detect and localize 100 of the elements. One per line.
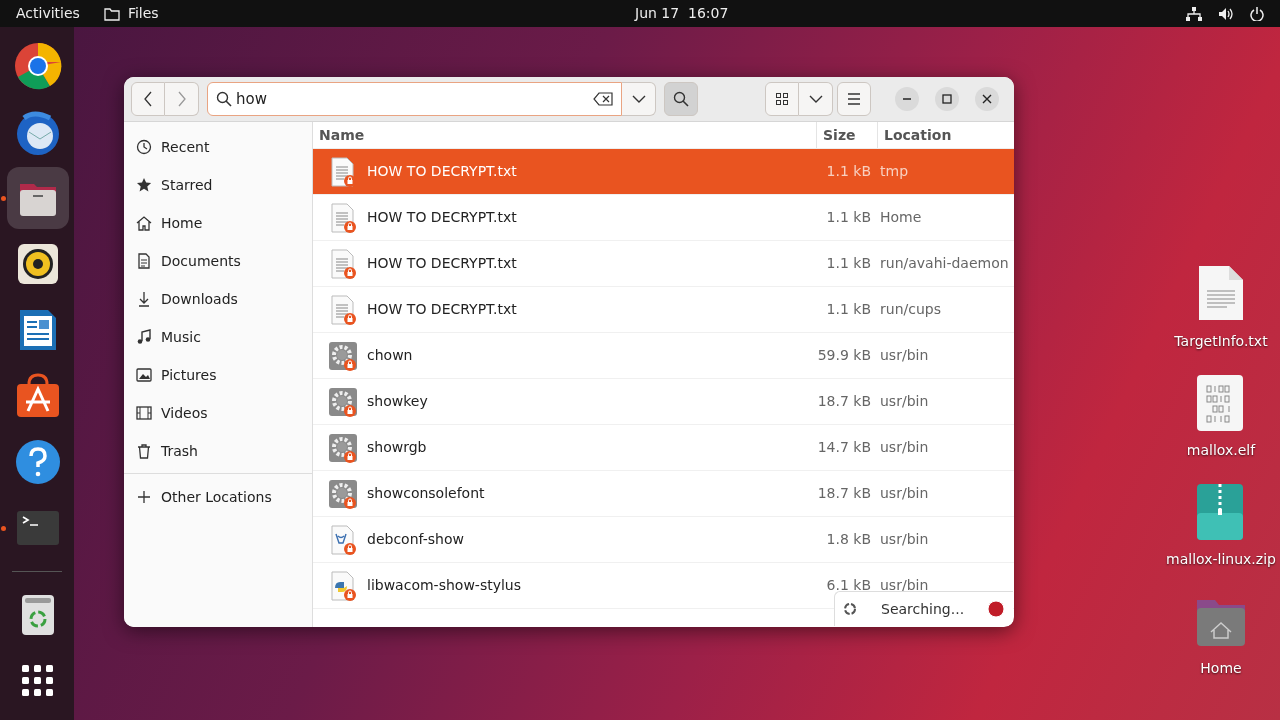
gear-file-icon [327,477,359,510]
search-button[interactable] [664,82,698,116]
column-header[interactable]: Name [313,124,365,146]
file-size: 18.7 kB [817,392,872,411]
file-row[interactable]: showrgb 14.7 kB usr/bin [313,425,1014,471]
sidebar-item[interactable]: Starred [124,166,312,204]
file-name: HOW TO DECRYPT.txt [367,254,517,273]
file-location: usr/bin [879,346,930,365]
file-location: run/avahi-daemon [879,254,1010,273]
activities-button[interactable]: Activities [16,3,80,24]
file-name: HOW TO DECRYPT.txt [367,208,517,227]
search-field[interactable]: how [207,82,622,116]
app-menu[interactable]: Files [127,3,159,24]
file-location: run/cups [879,300,942,319]
spinner-icon [843,602,857,616]
maximize-icon [942,94,952,104]
file-row[interactable]: showkey 18.7 kB usr/bin [313,379,1014,425]
clock-icon [136,139,152,155]
file-name: libwacom-show-stylus [367,576,521,595]
file-location: usr/bin [879,438,930,457]
file-name: chown [367,346,413,365]
search-icon [673,91,689,107]
trash-icon [136,443,152,459]
minimize-button[interactable] [895,87,919,111]
file-location: tmp [879,162,909,181]
gear-file-icon [327,339,359,372]
close-button[interactable] [975,87,999,111]
file-name: debconf-show [367,530,464,549]
sidebar-item[interactable]: Documents [124,242,312,280]
file-row[interactable]: HOW TO DECRYPT.txt 1.1 kB run/cups [313,287,1014,333]
document-icon [136,253,152,269]
file-row[interactable]: debconf-show 1.8 kB usr/bin [313,517,1014,563]
search-icon [216,91,232,107]
file-size: 59.9 kB [817,346,872,365]
grid-icon [776,93,788,105]
column-header[interactable]: Size [817,124,856,146]
file-location: usr/bin [879,392,930,411]
file-label[interactable]: TargetInfo.txt [1174,331,1268,352]
image-icon [136,367,152,383]
stop-icon[interactable] [987,600,1005,618]
volume-icon[interactable] [1218,6,1234,21]
file-location: Home [879,208,923,227]
file-label[interactable]: mallox-linux.zip [1166,549,1276,570]
file-name: showrgb [367,438,427,457]
gear-file-icon [327,431,359,464]
gear-file-icon [327,385,359,418]
file-size: 6.1 kB [825,576,872,595]
file-location: usr/bin [879,530,930,549]
file-size: 14.7 kB [817,438,872,457]
browser-icon [14,42,62,90]
caret-icon [631,95,646,103]
file-name: HOW TO DECRYPT.txt [367,300,517,319]
menu-icon [847,93,861,105]
sidebar-item[interactable]: Videos [124,394,312,432]
sidebar-item[interactable]: Pictures [124,356,312,394]
clock[interactable]: Jun 17 16:07 [635,3,729,24]
file-row[interactable]: HOW TO DECRYPT.txt 1.1 kB Home [313,195,1014,241]
star-icon [136,177,152,193]
file-location: usr/bin [879,576,930,595]
help-icon [14,438,62,486]
close-icon [982,94,992,104]
sidebar-item[interactable]: Downloads [124,280,312,318]
back-button[interactable] [131,82,165,116]
film-icon [136,405,152,421]
home-icon [136,215,152,231]
file-size: 1.1 kB [825,254,872,273]
maximize-button[interactable] [935,87,959,111]
grid-view-button[interactable] [765,82,799,116]
sidebar-item[interactable]: Music [124,318,312,356]
download-icon [136,291,152,307]
file-size: 18.7 kB [817,484,872,503]
file-name: HOW TO DECRYPT.txt [367,162,517,181]
file-size: 1.1 kB [825,162,872,181]
folder-icon [103,6,120,21]
file-size: 1.1 kB [825,300,872,319]
file-name: showconsolefont [367,484,485,503]
shopping-bag-icon [14,372,62,420]
plus-icon [136,489,152,505]
caret-icon [808,95,823,103]
sidebar-item[interactable]: Trash [124,432,312,470]
music-icon [136,329,152,345]
menu-button[interactable] [837,82,871,116]
file-location: usr/bin [879,484,930,503]
column-header[interactable]: Location [878,124,952,146]
file-row[interactable]: showconsolefont 18.7 kB usr/bin [313,471,1014,517]
sidebar-item[interactable]: Home [124,204,312,242]
clear-icon[interactable] [593,92,613,106]
power-icon[interactable] [1250,6,1264,21]
forward-icon [176,91,187,107]
file-label[interactable]: Home [1200,658,1242,679]
file-label[interactable]: mallox.elf [1186,440,1256,461]
file-size: 1.8 kB [825,530,872,549]
sidebar-item[interactable]: Recent [124,128,312,166]
file-row[interactable]: HOW TO DECRYPT.txt 1.1 kB run/avahi-daemon [313,241,1014,287]
sidebar-item[interactable]: Other Locations [124,478,312,516]
file-row[interactable]: HOW TO DECRYPT.txt 1.1 kB tmp [313,149,1014,195]
back-icon [143,91,153,107]
network-icon[interactable] [1186,6,1202,21]
minimize-icon [902,98,912,100]
file-row[interactable]: chown 59.9 kB usr/bin [313,333,1014,379]
